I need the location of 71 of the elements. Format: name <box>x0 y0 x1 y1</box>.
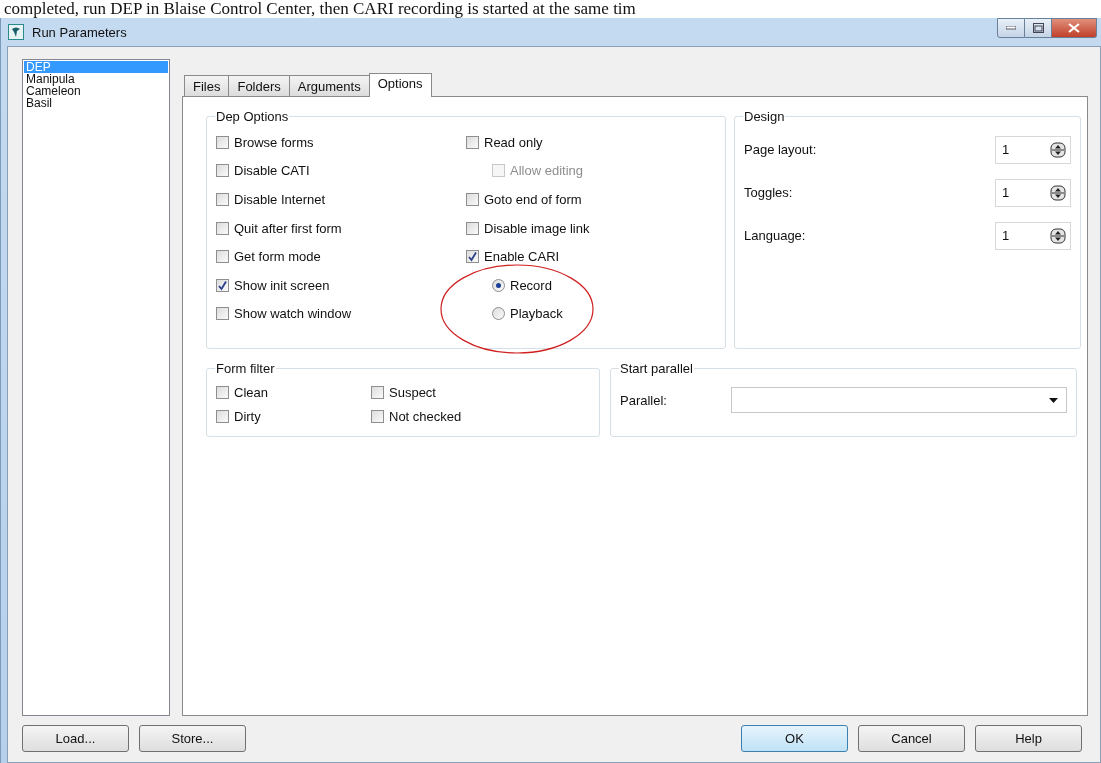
dialog-button[interactable]: Cancel <box>858 725 965 752</box>
checkbox-label: Disable image link <box>484 220 590 236</box>
spin-field[interactable]: 1 <box>995 221 1071 250</box>
checkbox[interactable] <box>466 135 479 149</box>
checkbox[interactable] <box>216 278 229 292</box>
radio-label: Playback <box>510 306 563 322</box>
dialog-button[interactable]: OK <box>741 725 848 752</box>
checkbox-label: Dirty <box>234 408 261 424</box>
checkbox-label: Get form mode <box>234 249 321 265</box>
checkbox[interactable] <box>216 409 229 423</box>
spin-field[interactable]: 1 <box>995 178 1071 207</box>
spin-field[interactable]: 1 <box>995 135 1071 164</box>
checkbox-label: Goto end of form <box>484 192 582 207</box>
checkbox-label: Clean <box>234 384 268 400</box>
dialog-button[interactable]: Load... <box>22 725 129 752</box>
radio-label: Record <box>510 277 552 293</box>
minimize-icon <box>1006 26 1016 30</box>
group-title: Form filter <box>215 361 276 376</box>
spinner-icon[interactable] <box>1050 227 1066 244</box>
checkbox[interactable] <box>216 221 229 235</box>
dialog-button[interactable]: Store... <box>139 725 246 752</box>
dialog-button[interactable]: Help <box>975 725 1082 752</box>
close-button[interactable] <box>1052 18 1097 38</box>
group-title: Start parallel <box>619 361 694 376</box>
checkbox[interactable] <box>216 164 229 178</box>
document-text: completed, run DEP in Blaise Control Center, then CARI recording is started at the same tim <box>3 0 636 18</box>
dropdown-arrow-icon[interactable] <box>1049 397 1058 403</box>
minimize-button[interactable] <box>997 18 1025 38</box>
checkbox-label: Read only <box>484 134 543 150</box>
tab[interactable]: Files <box>184 75 230 96</box>
checkbox[interactable] <box>371 385 384 399</box>
checkbox[interactable] <box>466 193 479 206</box>
tab[interactable]: Arguments <box>288 75 370 96</box>
list-item[interactable]: Manipula <box>24 73 168 85</box>
window-title: Run Parameters <box>32 24 127 40</box>
field-label: Toggles: <box>744 185 793 200</box>
spinner-icon[interactable] <box>1050 184 1066 201</box>
checkbox-label: Show init screen <box>234 277 330 293</box>
maximize-icon <box>1032 23 1044 33</box>
field-label: Parallel: <box>620 392 667 408</box>
tab[interactable]: Folders <box>228 75 290 96</box>
checkbox-label: Not checked <box>389 408 462 424</box>
checkbox-label: Disable CATI <box>234 163 310 179</box>
list-item[interactable]: Cameleon <box>24 85 168 97</box>
checkbox-label: Browse forms <box>234 134 314 150</box>
group-title: Dep Options <box>215 109 290 124</box>
checkbox-label: Enable CARI <box>484 249 560 265</box>
radio-button[interactable] <box>492 278 505 292</box>
checkbox-label: Disable Internet <box>234 192 326 207</box>
checkbox[interactable] <box>216 250 229 264</box>
checkbox-label: Quit after first form <box>234 220 342 236</box>
checkbox-label: Allow editing <box>510 163 583 179</box>
spinner-icon[interactable] <box>1050 141 1066 158</box>
field-label: Page layout: <box>744 142 817 157</box>
checkbox[interactable] <box>466 250 479 264</box>
checkbox[interactable] <box>216 193 229 206</box>
list-item[interactable]: Basil <box>24 97 168 109</box>
checkbox-label: Suspect <box>389 384 436 400</box>
checkbox[interactable] <box>466 221 479 235</box>
close-icon <box>1068 23 1080 33</box>
maximize-button[interactable] <box>1025 18 1052 38</box>
checkbox[interactable] <box>216 135 229 149</box>
group-title: Design <box>743 109 786 124</box>
app-icon <box>8 24 24 40</box>
checkbox[interactable] <box>216 307 229 321</box>
radio-button[interactable] <box>492 307 505 321</box>
checkbox-label: Show watch window <box>234 306 352 322</box>
tab[interactable]: Options <box>368 73 432 97</box>
checkbox[interactable] <box>371 409 384 423</box>
field-label: Language: <box>744 228 806 243</box>
checkbox[interactable] <box>216 385 229 399</box>
